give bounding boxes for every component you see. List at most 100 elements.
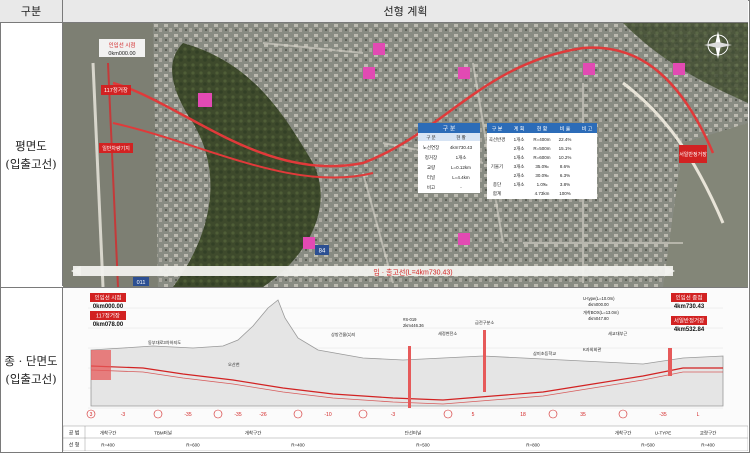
table2-r0c2: R=400m (533, 137, 550, 142)
table2-r4c2: 30.0‰ (535, 173, 549, 178)
table1-r2c0: 교량 (427, 164, 435, 170)
table2-r4c3: 6.3% (560, 173, 570, 178)
table1-r1c0: 정거장 (425, 154, 437, 161)
table2-r2c2: R=600m (533, 155, 550, 160)
label-u-type: U-type(L=10.0m) (583, 296, 615, 301)
table1-r0c1: 4km730.43 (450, 145, 473, 150)
label-hall: K과외회관 (583, 346, 601, 353)
label-cross: 급전구분소 (475, 319, 494, 326)
table2-h1: 계 획 (514, 126, 525, 133)
table2-r6c0: 합계 (493, 190, 501, 197)
profile-start-title: 인입선 시점 (95, 294, 122, 302)
row-label-profile-sub: (입출고선) (5, 372, 57, 386)
label-tunnel: 상방건물(1)지 (331, 331, 356, 338)
method-2: 개착구간 (245, 430, 262, 437)
table1-r4c0: 비고 (427, 184, 435, 191)
row-label-profile: 종 · 단면도 (입출고선) (0, 288, 63, 452)
plan-start-station: 0km000.00 (108, 51, 135, 57)
table2-r2c3: 10.2% (559, 155, 572, 160)
plan-yard: 일반차량기지 (102, 145, 130, 152)
plan-start-label: 인입선 시점 (109, 41, 136, 49)
table2-r1c1: 2개소 (514, 145, 525, 152)
table1-h1: 현 황 (456, 134, 466, 140)
header-category: 구분 (0, 0, 63, 23)
table1-r3c1: L=4.4km (452, 175, 470, 180)
bridge-label: 입 · 출고선(L=4km730.43) (373, 268, 452, 277)
align-0: R=400 (101, 443, 115, 448)
row-label-plan: 평면도 (입출고선) (0, 23, 63, 286)
grade-10: -35 (659, 412, 666, 418)
table2-r4c1: 2개소 (514, 172, 525, 179)
table2-r3c0: 기울기 (491, 163, 503, 170)
table2-r6c3: 100% (559, 191, 571, 196)
table2-h0: 구 분 (492, 127, 503, 133)
plan-map: 입 · 출고선(L=4km730.43) 인입선 시점 0km000.00 11… (63, 23, 748, 287)
grade-6: -3 (391, 412, 396, 418)
row-label-plan-sub: (입출고선) (5, 156, 57, 171)
label-u-sta: 4km000.00 (588, 302, 609, 307)
method-5: U-TYPE (655, 431, 672, 436)
table1-title: 구 분 (443, 126, 456, 133)
plan-table-1: 구 분 구 분 현 황 노선연장 4km730.43 정거장 1개소 교량 L=… (418, 123, 480, 193)
plan-table-2: 구 분 계 획 현 황 비 율 비 고 곡선반경 1개소 R=400m 22.4… (487, 123, 597, 199)
label-school: 삼미초등학교 (533, 350, 556, 357)
table2-r5c2: 1.0‰ (537, 182, 548, 187)
route-number-2: 011 (137, 280, 146, 286)
table-row-method: 공 법 (69, 430, 80, 437)
table2-r3c1: 3개소 (514, 163, 525, 170)
table1-r1c1: 1개소 (456, 154, 467, 161)
table2-r5c3: 3.8% (560, 182, 570, 187)
method-3: 단선터널 (405, 430, 422, 437)
table2-r3c3: 8.6% (560, 164, 570, 169)
grade-5: -10 (324, 412, 331, 418)
profile-seoil-station: 4km532.84 (674, 327, 705, 333)
method-6: 교량구간 (700, 430, 717, 437)
profile-start-station: 0km000.00 (93, 304, 124, 310)
label-ohseon: 오산천 (228, 361, 240, 367)
grade-3: -35 (234, 412, 241, 418)
align-5: R=500 (641, 443, 655, 448)
table1-r0c0: 노선연장 (423, 144, 440, 150)
method-4: 개착구간 (615, 430, 632, 437)
table2-r1c3: 15.1% (559, 146, 572, 151)
align-2: R=400 (291, 443, 305, 448)
table1-r3c0: 터널 (427, 174, 435, 181)
plan-end-sign: 서일반정거장 (679, 151, 707, 158)
plan-station-117: 117정거장 (104, 86, 128, 94)
align-6: R=400 (701, 443, 715, 448)
grade-7: 5 (472, 412, 475, 418)
row-label-plan-title: 평면도 (15, 138, 47, 153)
table2-r1c2: R=500m (533, 146, 550, 151)
label-sta-mid2: 2km446.36 (403, 323, 424, 328)
table2-r2c1: 1개소 (514, 154, 525, 161)
profile-st117-station: 0km078.00 (93, 322, 124, 328)
grade-4: -26 (259, 412, 266, 418)
profile-end-station: 4km730.43 (674, 304, 705, 310)
table2-r0c1: 1개소 (514, 136, 525, 143)
route-number: 84 (319, 249, 326, 255)
table2-r0c0: 곡선반경 (489, 136, 506, 143)
label-park: 세교대부근 (608, 330, 627, 337)
grade-8: 18 (520, 412, 526, 418)
header-plan: 선형 계획 (63, 0, 748, 23)
table2-r0c3: 22.4% (559, 137, 572, 142)
align-4: R=800 (526, 443, 540, 448)
table1-r2c1: L=0.12km (451, 165, 471, 170)
row-label-profile-title: 종 · 단면도 (4, 354, 58, 368)
profile-seoil: 서일반정거장 (674, 317, 704, 325)
profile-end-title: 인입선 종점 (676, 294, 703, 302)
align-3: R=500 (416, 443, 430, 448)
table2-r5c0: 종단 (493, 181, 501, 187)
profile-panel: 인입선 시점 0km000.00 117정거장 0km078.00 인입선 종점… (63, 288, 748, 451)
align-1: R=600 (186, 443, 200, 448)
table2-h2: 현 황 (537, 126, 548, 133)
table2-r3c2: 35.0‰ (535, 164, 549, 169)
grade-0: 3 (90, 412, 93, 418)
grade-9: 35 (580, 412, 586, 418)
table-row-alignment: 선 형 (69, 442, 80, 449)
grade-1: -3 (121, 412, 126, 418)
table2-h4: 비 고 (582, 126, 593, 133)
label-vent: 세정변전소 (438, 330, 457, 337)
grade-2: -35 (184, 412, 191, 418)
label-river: 동부대로3차하지도 (148, 339, 181, 346)
